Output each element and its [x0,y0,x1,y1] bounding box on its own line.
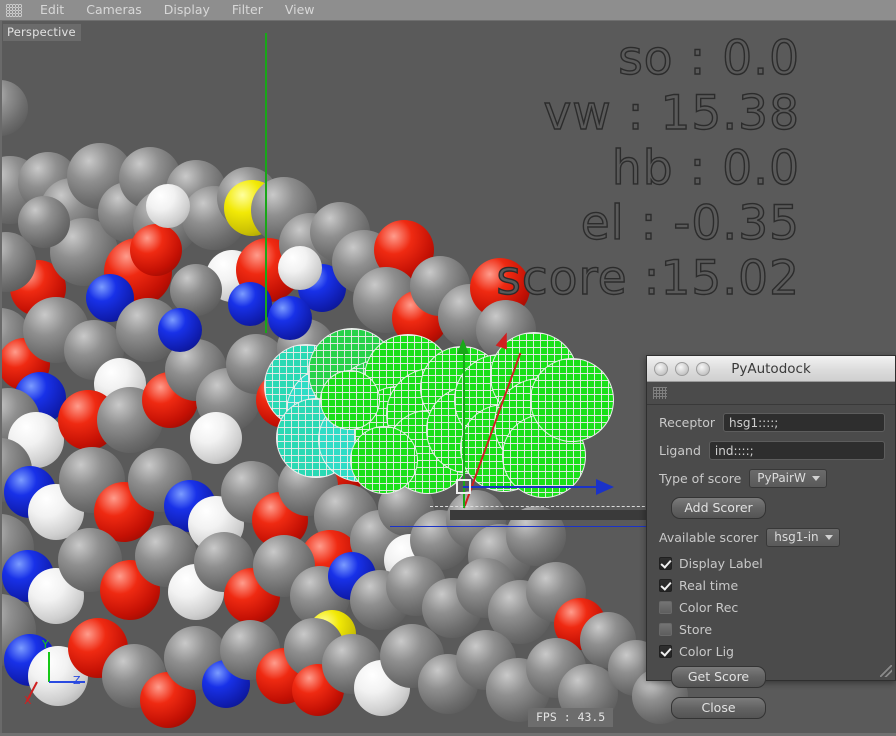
resize-grip-icon[interactable] [880,665,892,677]
display-label-text: Display Label [679,556,763,571]
available-scorer-label: Available scorer [659,530,759,545]
type-of-score-dropdown[interactable]: PyPairW [749,469,827,488]
get-score-button[interactable]: Get Score [671,666,766,688]
receptor-row: Receptor hsg1::::; [659,413,885,432]
add-scorer-row: Add Scorer [659,497,885,519]
manipulator-z-arrow-icon[interactable] [596,479,614,495]
pyautodock-toolbar [647,382,895,405]
checkbox-row-display-label[interactable]: Display Label [659,556,885,571]
available-scorer-value: hsg1-in [774,530,819,544]
ligand-atom-wireframe [320,370,380,430]
checkbox-row-real-time[interactable]: Real time [659,578,885,593]
receptor-atom [0,80,28,136]
get-score-row: Get Score [659,666,885,688]
receptor-atom [130,224,182,276]
add-scorer-button[interactable]: Add Scorer [671,497,766,519]
ligand-input[interactable]: ind::::; [708,441,885,460]
ligand-row: Ligand ind::::; [659,441,885,460]
menu-bar: Edit Cameras Display Filter View [0,0,896,21]
real-time-text: Real time [679,578,739,593]
checkbox-row-color-rec[interactable]: Color Rec [659,600,885,615]
ligand-atom-wireframe [350,426,418,494]
camera-mode-label[interactable]: Perspective [3,24,81,41]
grip-dots-icon[interactable] [653,387,667,399]
available-scorer-dropdown[interactable]: hsg1-in [766,528,840,547]
fps-counter: FPS : 43.5 [528,708,614,727]
type-of-score-row: Type of score PyPairW [659,469,885,488]
receptor-input[interactable]: hsg1::::; [723,413,885,432]
axis-widget-y-label: Y [42,638,49,651]
axis-orientation-widget: Y Z X [18,638,88,707]
color-lig-checkbox[interactable] [659,645,672,658]
store-text: Store [679,622,713,637]
type-of-score-label: Type of score [659,471,742,486]
color-lig-text: Color Lig [679,644,734,659]
ligand-atom-wireframe [530,358,614,442]
pyautodock-titlebar[interactable]: PyAutodock [647,356,895,382]
manipulator-center-handle[interactable] [456,479,471,494]
checkbox-row-color-lig[interactable]: Color Lig [659,644,885,659]
grip-dots-icon[interactable] [6,3,22,17]
real-time-checkbox[interactable] [659,579,672,592]
receptor-atom [146,184,190,228]
menu-item-display[interactable]: Display [153,1,221,19]
receptor-label: Receptor [659,415,715,430]
receptor-atom [268,296,312,340]
color-rec-checkbox[interactable] [659,601,672,614]
y-axis-line [265,33,267,333]
axis-widget-y-line [48,652,50,682]
viewport-left-edge [0,21,2,736]
minimize-button[interactable] [675,361,689,376]
chevron-down-icon [824,534,833,540]
pyautodock-body: Receptor hsg1::::; Ligand ind::::; Type … [647,405,895,719]
menu-item-edit[interactable]: Edit [29,1,75,19]
receptor-atom [278,246,322,290]
display-label-checkbox[interactable] [659,557,672,570]
checkbox-row-store[interactable]: Store [659,622,885,637]
axis-widget-z-label: Z [73,674,81,687]
scene-dark-bar [450,510,665,520]
axis-widget-x-label: X [24,694,32,707]
receptor-atom [18,196,70,248]
available-scorer-row: Available scorer hsg1-in [659,528,885,547]
application-window: Edit Cameras Display Filter View Perspec… [0,0,896,736]
scene-blue-line [390,526,670,527]
receptor-atom [190,412,242,464]
store-checkbox[interactable] [659,623,672,636]
pyautodock-window[interactable]: PyAutodock Receptor hsg1::::; Ligand ind… [646,355,896,719]
close-row: Close [659,697,885,719]
chevron-down-icon [811,475,820,481]
menu-item-cameras[interactable]: Cameras [75,1,153,19]
type-of-score-value: PyPairW [757,471,806,485]
manipulator-y-arrow-icon[interactable] [457,339,469,354]
close-button-main[interactable]: Close [671,697,766,719]
zoom-button[interactable] [696,361,710,376]
color-rec-text: Color Rec [679,600,739,615]
close-button[interactable] [654,361,668,376]
menu-item-view[interactable]: View [274,1,326,19]
selection-dashed-line [430,506,660,507]
manipulator-z-axis[interactable] [463,486,608,488]
receptor-atom [158,308,202,352]
menu-item-filter[interactable]: Filter [221,1,274,19]
ligand-label: Ligand [659,443,701,458]
